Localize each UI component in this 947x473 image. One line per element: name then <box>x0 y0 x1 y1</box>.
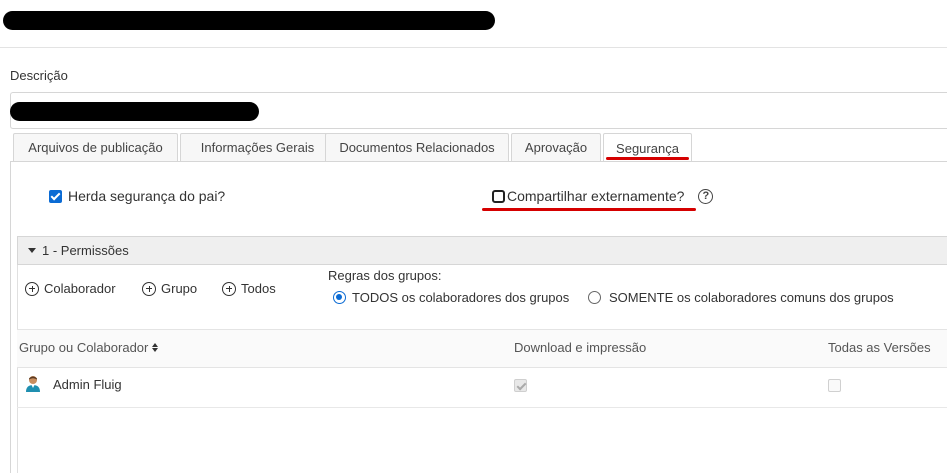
rule-todos-label: TODOS os colaboradores dos grupos <box>352 290 570 305</box>
download-permission-checkbox <box>514 379 527 392</box>
tab-arquivos-publicacao[interactable]: Arquivos de publicação <box>13 133 178 161</box>
tab-label: Aprovação <box>524 140 588 155</box>
rule-somente-radio[interactable] <box>588 291 601 304</box>
inherit-security-checkbox[interactable] <box>49 189 62 203</box>
caret-down-icon <box>28 248 36 253</box>
share-externally-highlight <box>482 208 696 211</box>
add-todos-button[interactable]: Todos <box>222 281 276 296</box>
table-row: Admin Fluig <box>17 368 947 408</box>
rule-todos-radio[interactable] <box>333 291 346 304</box>
share-externally-label: Compartilhar externamente? <box>507 188 685 204</box>
group-rules-label: Regras dos grupos: <box>328 268 442 283</box>
plus-circle-icon <box>142 281 156 296</box>
add-grupo-label: Grupo <box>161 281 198 296</box>
tab-seguranca[interactable]: Segurança <box>603 133 692 162</box>
share-externally-option[interactable]: Compartilhar externamente? ? <box>492 188 714 204</box>
add-todos-label: Todos <box>241 281 276 296</box>
header-divider <box>0 47 947 48</box>
permissions-section-header[interactable]: 1 - Permissões <box>17 236 947 265</box>
plus-circle-icon <box>25 281 39 296</box>
tab-aprovacao[interactable]: Aprovação <box>511 133 601 161</box>
add-grupo-button[interactable]: Grupo <box>142 281 197 296</box>
column-header-download: Download e impressão <box>514 340 646 355</box>
permissions-section-title: 1 - Permissões <box>42 243 129 258</box>
help-icon[interactable]: ? <box>698 188 714 204</box>
tab-documentos-relacionados[interactable]: Documentos Relacionados <box>325 133 509 161</box>
add-colaborador-label: Colaborador <box>44 281 116 296</box>
column-header-group-or-user[interactable]: Grupo ou Colaborador <box>19 340 159 355</box>
column-label: Download e impressão <box>514 340 647 355</box>
description-label: Descrição <box>10 68 68 83</box>
column-label: Todas as Versões <box>828 340 931 355</box>
tab-bar: Arquivos de publicação Informações Gerai… <box>13 133 947 162</box>
inherit-security-label: Herda segurança do pai? <box>68 188 226 204</box>
plus-circle-icon <box>222 281 236 296</box>
tab-label: Informações Gerais <box>200 140 315 155</box>
add-colaborador-button[interactable]: Colaborador <box>25 281 116 296</box>
sort-icon[interactable] <box>152 343 159 352</box>
tab-label: Segurança <box>616 140 679 156</box>
user-icon <box>26 376 40 392</box>
column-header-all-versions: Todas as Versões <box>828 340 931 355</box>
permissions-table-header: Grupo ou Colaborador Download e impressã… <box>17 329 947 368</box>
inherit-security-option[interactable]: Herda segurança do pai? <box>49 188 225 204</box>
tab-informacoes-gerais[interactable]: Informações Gerais <box>180 133 335 161</box>
user-name: Admin Fluig <box>53 377 122 392</box>
tab-label: Documentos Relacionados <box>339 140 495 155</box>
all-versions-checkbox <box>828 379 841 392</box>
rule-somente-label: SOMENTE os colaboradores comuns dos grup… <box>609 290 894 305</box>
active-tab-underline <box>606 157 689 160</box>
redacted-description <box>10 102 259 121</box>
tab-label: Arquivos de publicação <box>28 140 163 155</box>
share-externally-checkbox[interactable] <box>492 189 505 203</box>
rule-somente-option[interactable]: SOMENTE os colaboradores comuns dos grup… <box>588 290 894 305</box>
redacted-title <box>3 11 495 30</box>
column-label: Grupo ou Colaborador <box>19 340 149 355</box>
rule-todos-option[interactable]: TODOS os colaboradores dos grupos <box>333 290 569 305</box>
